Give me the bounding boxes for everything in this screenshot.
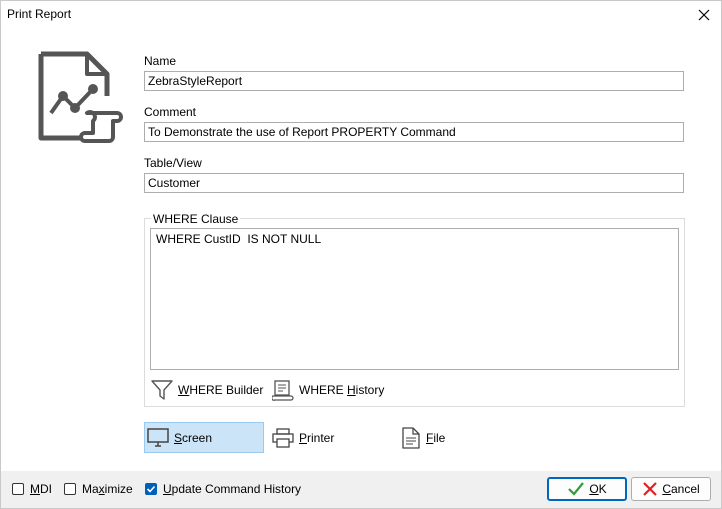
maximize-checkbox-box [64,483,76,495]
where-clause-input[interactable]: WHERE CustID IS NOT NULL [150,228,679,370]
comment-input[interactable] [144,122,684,142]
print-report-dialog: Print Report Name Comment Table/View WHE… [0,0,722,509]
screen-output-label: Screen [174,430,213,445]
where-builder-button[interactable]: WHERE Builder [151,376,263,404]
where-history-button[interactable]: WHERE History [272,376,384,404]
file-output-label: File [426,430,446,445]
table-view-input[interactable] [144,173,684,193]
file-output-button[interactable]: File [399,422,519,453]
ok-button[interactable]: OK [547,477,627,501]
mdi-checkbox[interactable]: MDI [12,482,52,496]
update-history-checkbox[interactable]: Update Command History [145,482,301,496]
report-chart-icon [38,51,123,143]
maximize-checkbox[interactable]: Maximize [64,482,133,496]
checkmark-icon [568,482,585,496]
history-scroll-icon [272,380,294,401]
mdi-label: MDI [30,482,52,496]
close-icon [698,9,710,21]
name-label: Name [144,54,177,68]
checkmark-icon [146,485,156,493]
cancel-button[interactable]: Cancel [631,477,711,501]
printer-output-label: Printer [299,430,335,445]
where-clause-label: WHERE Clause [151,212,241,226]
update-history-checkbox-box [145,483,157,495]
printer-icon [272,427,294,448]
where-history-label: WHERE History [299,383,385,397]
dialog-footer: MDI Maximize Update Command History OK C… [1,471,721,508]
where-clause-group: WHERE Clause WHERE CustID IS NOT NULL WH… [144,212,685,407]
mdi-checkbox-box [12,483,24,495]
x-icon [643,482,658,496]
title-bar: Print Report [1,1,721,29]
ok-label: OK [589,482,607,496]
cancel-label: Cancel [662,482,700,496]
printer-output-button[interactable]: Printer [270,422,390,453]
maximize-label: Maximize [82,482,133,496]
close-button[interactable] [693,4,715,26]
update-history-label: Update Command History [163,482,302,496]
table-view-label: Table/View [144,156,202,170]
screen-output-button[interactable]: Screen [144,422,264,453]
funnel-icon [151,380,173,400]
comment-label: Comment [144,105,197,119]
document-icon [402,426,420,449]
name-input[interactable] [144,71,684,91]
window-title: Print Report [7,7,72,21]
where-builder-label: WHERE Builder [178,383,264,397]
monitor-icon [147,427,169,447]
